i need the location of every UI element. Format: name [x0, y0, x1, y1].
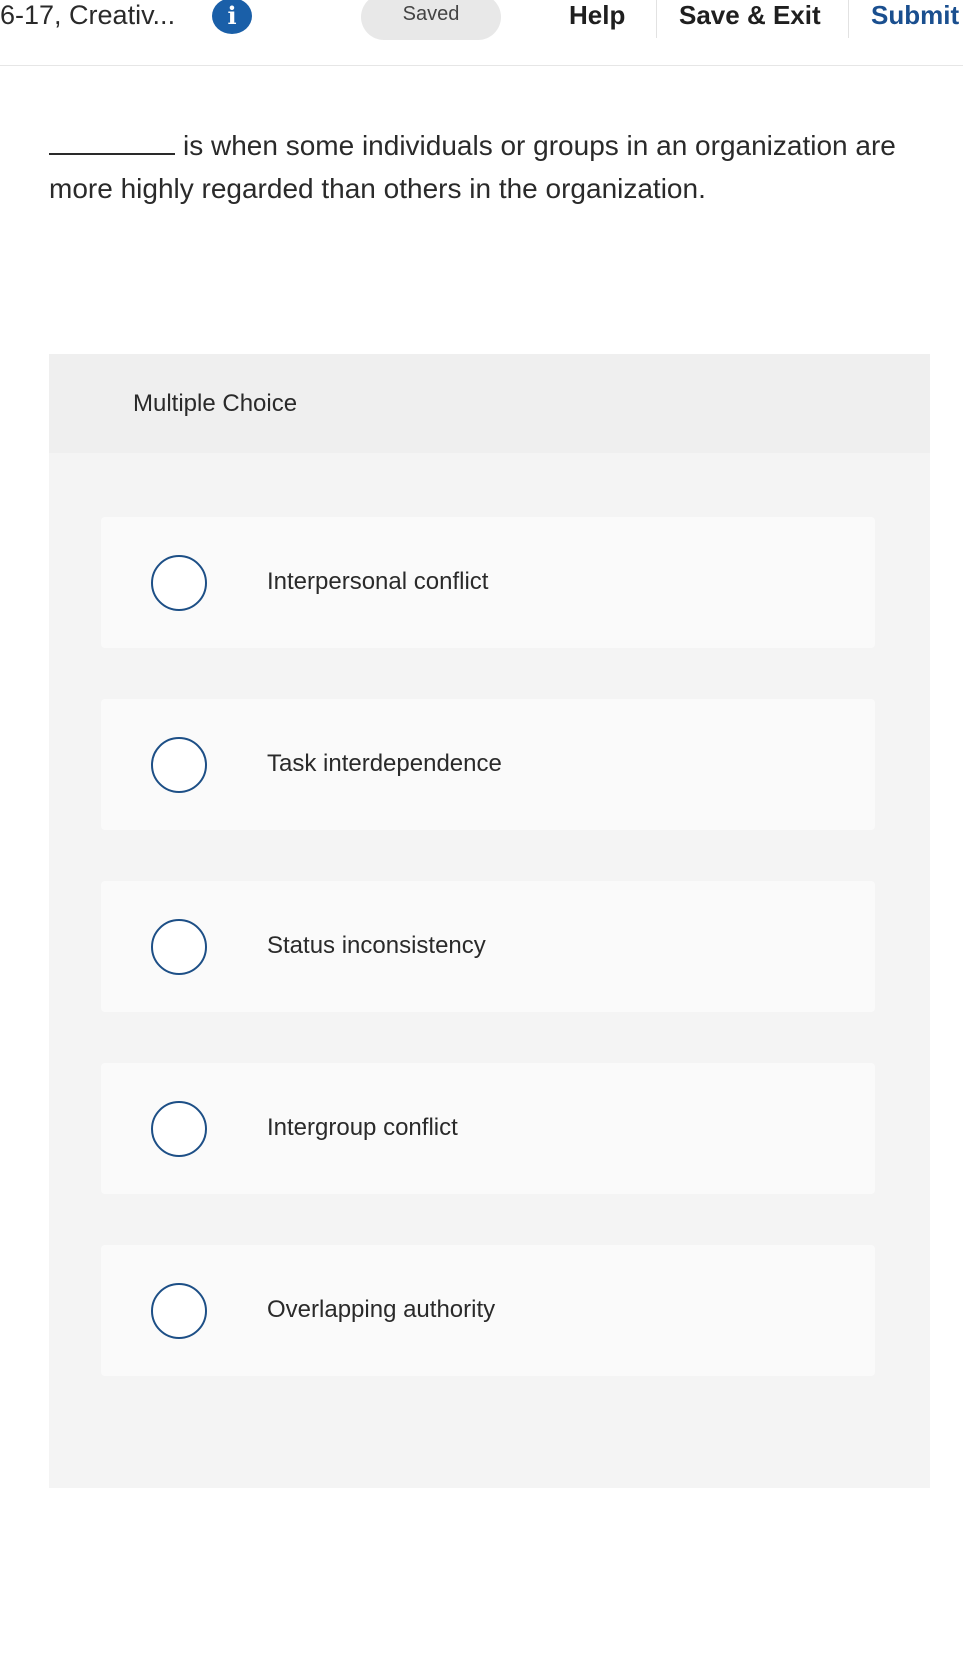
top-bar: 6-17, Creativ... i Saved Help Save & Exi… — [0, 0, 963, 66]
fill-in-blank — [49, 127, 175, 155]
choice-label[interactable]: Status inconsistency — [267, 931, 486, 961]
choice-option[interactable]: Overlapping authority — [101, 1245, 875, 1376]
choice-option[interactable]: Task interdependence — [101, 699, 875, 830]
choice-label[interactable]: Task interdependence — [267, 749, 502, 779]
multiple-choice-panel: Multiple Choice Interpersonal conflict T… — [49, 354, 930, 1488]
choice-option[interactable]: Intergroup conflict — [101, 1063, 875, 1194]
help-button[interactable]: Help — [569, 0, 625, 30]
choice-label[interactable]: Interpersonal conflict — [267, 567, 488, 597]
info-icon[interactable]: i — [212, 0, 252, 34]
question-text: is when some individuals or groups in an… — [49, 130, 896, 204]
radio-button[interactable] — [151, 737, 207, 793]
nav-divider — [656, 0, 657, 38]
assignment-title[interactable]: 6-17, Creativ... — [0, 0, 175, 30]
radio-button[interactable] — [151, 919, 207, 975]
save-exit-button[interactable]: Save & Exit — [679, 0, 821, 30]
choice-option[interactable]: Status inconsistency — [101, 881, 875, 1012]
radio-button[interactable] — [151, 555, 207, 611]
nav-divider — [848, 0, 849, 38]
submit-button[interactable]: Submit — [871, 0, 959, 30]
radio-button[interactable] — [151, 1101, 207, 1157]
saved-status-badge: Saved — [361, 0, 501, 40]
choice-label[interactable]: Overlapping authority — [267, 1295, 495, 1325]
radio-button[interactable] — [151, 1283, 207, 1339]
multiple-choice-header: Multiple Choice — [49, 354, 930, 453]
choice-option[interactable]: Interpersonal conflict — [101, 517, 875, 648]
question-prompt: is when some individuals or groups in an… — [49, 124, 909, 210]
choice-label[interactable]: Intergroup conflict — [267, 1113, 458, 1143]
multiple-choice-label: Multiple Choice — [133, 390, 298, 417]
